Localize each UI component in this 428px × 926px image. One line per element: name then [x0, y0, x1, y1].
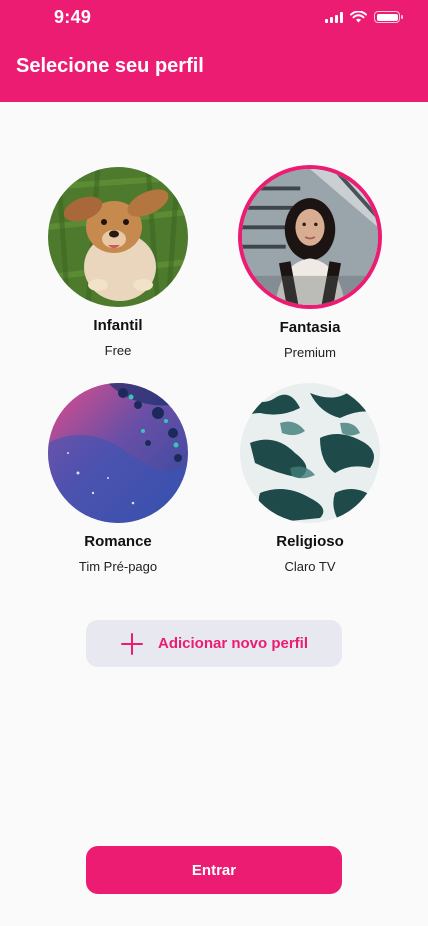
page-title: Selecione seu perfil	[16, 55, 204, 77]
status-time: 9:49	[54, 7, 92, 27]
profile-name: Fantasia	[279, 319, 341, 336]
profile-card-religioso[interactable]: Religioso Claro TV	[235, 383, 385, 574]
wifi-icon	[350, 11, 367, 23]
add-profile-label: Adicionar novo perfil	[157, 635, 308, 652]
profile-avatar-romance[interactable]	[48, 383, 188, 523]
add-profile-button[interactable]: Adicionar novo perfil	[86, 620, 342, 667]
app-header: 9:49 Selecione seu perfil	[0, 0, 428, 102]
battery-icon	[374, 11, 403, 23]
profile-card-fantasia[interactable]: Fantasia Premium	[235, 165, 385, 360]
signal-icon	[325, 11, 343, 23]
profile-card-romance[interactable]: Romance Tim Pré-pago	[43, 383, 193, 574]
woman-photo	[242, 169, 378, 305]
profile-card-infantil[interactable]: Infantil Free	[43, 167, 193, 358]
ocean-waves-photo	[240, 383, 380, 523]
enter-button[interactable]: Entrar	[86, 846, 342, 894]
status-icons	[325, 11, 403, 23]
profile-name: Infantil	[93, 317, 143, 334]
profile-plan: Premium	[283, 345, 336, 360]
profile-avatar-infantil[interactable]	[48, 167, 188, 307]
profile-name: Romance	[84, 533, 152, 550]
profile-plan: Tim Pré-pago	[78, 559, 158, 574]
profile-avatar-religioso[interactable]	[240, 383, 380, 523]
abstract-bubbles-photo	[48, 383, 188, 523]
dog-photo	[48, 167, 188, 307]
profile-avatar-fantasia[interactable]	[238, 165, 382, 309]
profile-plan: Free	[104, 343, 132, 358]
enter-button-label: Entrar	[191, 861, 237, 879]
plus-icon	[120, 632, 144, 656]
profile-plan: Claro TV	[284, 559, 336, 574]
profile-name: Religioso	[276, 533, 344, 550]
